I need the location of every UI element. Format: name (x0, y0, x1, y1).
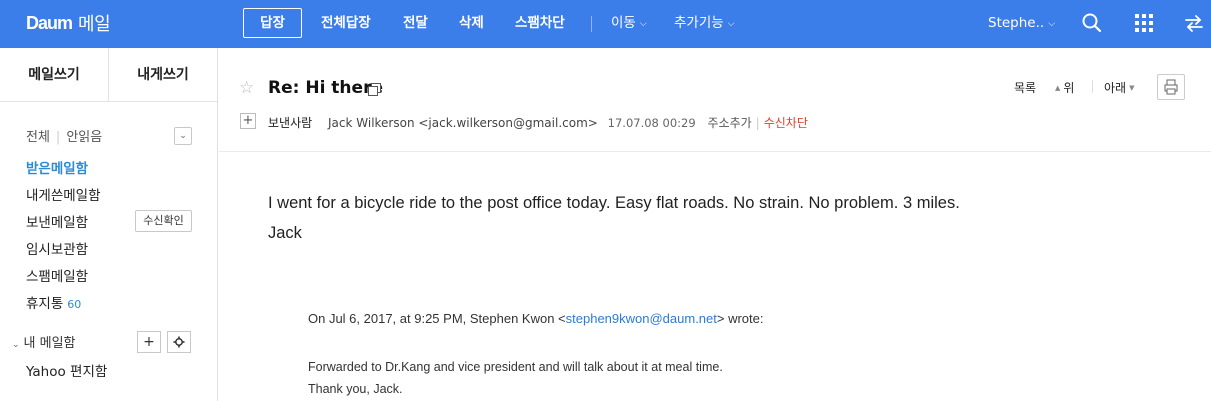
star-icon[interactable]: ☆ (239, 78, 254, 98)
top-bar: Daum 메일 답장 전체답장 전달 삭제 스팸차단 이동 ⌵ 추가기능 ⌵ Ste… (0, 0, 1211, 48)
read-receipt-button[interactable]: 수신확인 (135, 210, 192, 232)
toolbar-divider (591, 16, 592, 32)
message-meta: 보낸사람 Jack Wilkerson <jack.wilkerson@gmai… (268, 114, 808, 131)
add-mailbox-button[interactable]: + (137, 331, 161, 353)
search-icon[interactable] (1081, 12, 1103, 34)
sidebar-item-sent-to-me[interactable]: 내게쓴메일함 (26, 184, 101, 204)
message-subject: Re: Hi there (268, 78, 383, 98)
previous-message-button[interactable]: ▲ 위 (1055, 79, 1074, 96)
message-view: ☆ Re: Hi there 목록 ▲ 위 아래 ▼ + 보낸사람 Jack Wil… (219, 48, 1211, 401)
filter-all[interactable]: 전체 (26, 130, 50, 145)
printer-icon (1164, 79, 1178, 95)
write-mail-button[interactable]: 메일쓰기 (0, 48, 108, 101)
nav-divider (1092, 80, 1093, 93)
user-account-menu[interactable]: Stephe.. ⌵ (988, 0, 1055, 48)
chevron-down-icon: ⌵ (639, 19, 647, 29)
move-label: 이동 (611, 15, 636, 31)
collapse-toggle[interactable]: ⌄ (174, 127, 192, 145)
header-divider (219, 151, 1211, 152)
write-to-me-button[interactable]: 내게쓰기 (109, 48, 217, 101)
chevron-down-icon: ⌄ (12, 340, 20, 350)
sidebar-item-drafts[interactable]: 임시보관함 (26, 238, 88, 258)
quoted-line: Thank you, Jack. (308, 382, 403, 396)
compose-row: 메일쓰기 내게쓰기 (0, 48, 217, 102)
sidebar-item-sent[interactable]: 보낸메일함 (26, 211, 88, 231)
caret-up-icon: ▲ (1055, 84, 1061, 92)
body-signature: Jack (268, 224, 302, 242)
next-message-button[interactable]: 아래 ▼ (1104, 79, 1134, 96)
filter-unread[interactable]: 안읽음 (66, 130, 102, 145)
sidebar-item-yahoo[interactable]: Yahoo 편지함 (26, 360, 107, 380)
reply-button[interactable]: 답장 (243, 8, 302, 38)
next-label: 아래 (1104, 81, 1127, 95)
message-date: 17.07.08 00:29 (607, 116, 696, 130)
body-line: I went for a bicycle ride to the post of… (268, 194, 960, 212)
chevron-down-icon: ⌵ (727, 19, 735, 29)
expand-recipients-button[interactable]: + (240, 113, 256, 129)
quote-email-link[interactable]: stephen9kwon@daum.net (566, 311, 717, 326)
previous-label: 위 (1063, 81, 1075, 95)
copy-icon[interactable] (368, 83, 381, 96)
block-sender-link[interactable]: 수신차단 (764, 116, 808, 130)
sidebar-item-inbox[interactable]: 받은메일함 (26, 157, 88, 177)
sidebar: 메일쓰기 내게쓰기 전체 | 안읽음 ⌄ 받은메일함 내게쓴메일함 보낸메일함 수신… (0, 48, 218, 401)
sidebar-item-trash[interactable]: 휴지통 60 (26, 292, 81, 312)
more-features-label: 추가기능 (674, 15, 724, 31)
gear-icon (173, 336, 185, 348)
sender-address[interactable]: Jack Wilkerson <jack.wilkerson@gmail.com… (328, 116, 598, 130)
back-to-list-button[interactable]: 목록 (1014, 79, 1036, 96)
delete-button[interactable]: 삭제 (459, 0, 484, 48)
chevron-down-icon: ⌄ (179, 131, 187, 141)
apps-grid-icon[interactable] (1133, 12, 1155, 34)
my-mailbox-header[interactable]: ⌄ 내 메일함 (12, 332, 76, 351)
chevron-down-icon: ⌵ (1048, 19, 1056, 29)
add-address-link[interactable]: 주소추가 (708, 116, 752, 130)
daum-logo-text: Daum (26, 12, 73, 33)
quoted-line: Forwarded to Dr.Kang and vice president … (308, 360, 723, 374)
spam-block-button[interactable]: 스팸차단 (515, 0, 565, 48)
message-body: I went for a bicycle ride to the post of… (268, 188, 1128, 248)
plus-icon: + (143, 334, 155, 350)
move-menu[interactable]: 이동 ⌵ (611, 0, 647, 48)
mail-filter: 전체 | 안읽음 (26, 126, 102, 145)
quote-suffix: > wrote: (716, 311, 764, 326)
caret-down-icon: ▼ (1129, 84, 1135, 92)
user-name: Stephe.. (988, 15, 1045, 31)
my-mailbox-label: 내 메일함 (23, 336, 76, 351)
reply-all-button[interactable]: 전체답장 (321, 0, 371, 48)
sidebar-item-label: 휴지통 (26, 296, 64, 312)
mail-service-label: 메일 (78, 14, 111, 35)
sender-label: 보낸사람 (268, 116, 313, 130)
daum-mail-logo[interactable]: Daum 메일 (26, 8, 111, 38)
switch-arrows-icon[interactable] (1183, 12, 1205, 34)
quoted-header: On Jul 6, 2017, at 9:25 PM, Stephen Kwon… (308, 311, 764, 326)
quoted-body: Forwarded to Dr.Kang and vice president … (308, 356, 723, 400)
sidebar-item-spam[interactable]: 스팸메일함 (26, 265, 88, 285)
meta-divider: | (755, 116, 760, 130)
quote-prefix: On Jul 6, 2017, at 9:25 PM, Stephen Kwon… (308, 311, 566, 326)
mailbox-settings-button[interactable] (167, 331, 191, 353)
trash-count-badge: 60 (67, 298, 82, 311)
plus-icon: + (242, 113, 254, 128)
print-button[interactable] (1157, 74, 1185, 100)
more-features-menu[interactable]: 추가기능 ⌵ (674, 0, 735, 48)
forward-button[interactable]: 전달 (403, 0, 428, 48)
filter-divider: | (55, 130, 61, 145)
